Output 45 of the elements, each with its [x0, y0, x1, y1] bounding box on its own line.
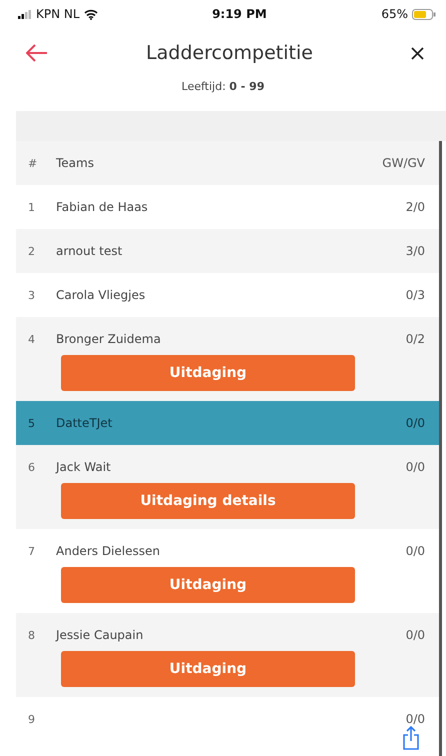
column-header: Teams: [56, 156, 94, 170]
rank-number: 4: [28, 332, 36, 346]
table-row[interactable]: 8 Jessie Caupain 0/0 Uitdaging: [16, 613, 439, 697]
clock-time: 9:19 PM: [212, 7, 267, 21]
score-cell-text: 0/3: [406, 288, 426, 302]
score-cell-text: 0/2: [406, 332, 426, 346]
wifi-icon: [84, 8, 98, 20]
rank-number: 7: [28, 544, 36, 558]
team-name: Carola Vliegjes: [56, 288, 146, 302]
team-name: Fabian de Haas: [56, 200, 148, 214]
team-name: Anders Dielessen: [56, 544, 160, 558]
share-icon[interactable]: [402, 726, 420, 750]
score-cell-text: 2/0: [406, 200, 426, 214]
rank-number: 8: [28, 628, 36, 642]
rank-number: 6: [28, 460, 36, 474]
team-name: Bronger Zuidema: [56, 332, 161, 346]
table-row[interactable]: 6 Jack Wait 0/0 Uitdaging details: [16, 445, 439, 529]
team-name: Jack Wait: [56, 460, 111, 474]
age-range: Leeftijd: 0 - 99: [182, 80, 264, 93]
team-name: DatteTJet: [56, 416, 112, 430]
table-row[interactable]: 4 Bronger Zuidema 0/2 Uitdaging: [16, 317, 439, 401]
score-cell-text: 0/0: [406, 712, 426, 726]
score-cell-text: 0/0: [406, 544, 426, 558]
signal-icon: [18, 10, 32, 18]
selected-row[interactable]: 5 DatteTJet 0/0: [16, 401, 439, 445]
rank-number: 9: [28, 712, 36, 726]
column-header: GW/GV: [382, 156, 426, 170]
rank-number: 2: [28, 244, 36, 258]
table-row[interactable]: 2 arnout test 3/0: [16, 229, 439, 273]
rank-number: 1: [28, 200, 36, 214]
rank-number: 3: [28, 288, 36, 302]
team-name: arnout test: [56, 244, 122, 258]
battery-icon: [412, 8, 436, 20]
team-name: Jessie Caupain: [56, 628, 144, 642]
close-button[interactable]: [410, 46, 424, 60]
score-cell-text: 0/0: [406, 416, 426, 430]
rank-number: 5: [28, 416, 36, 430]
page-title: Laddercompetitie: [146, 42, 313, 64]
column-header: #: [28, 156, 38, 170]
score-cell-text: 3/0: [406, 244, 426, 258]
battery-percentage: 65%: [381, 7, 408, 21]
back-button[interactable]: [26, 44, 48, 62]
score-cell-text: 0/0: [406, 460, 426, 474]
carrier-name: KPN NL: [36, 7, 80, 21]
score-cell-text: 0/0: [406, 628, 426, 642]
